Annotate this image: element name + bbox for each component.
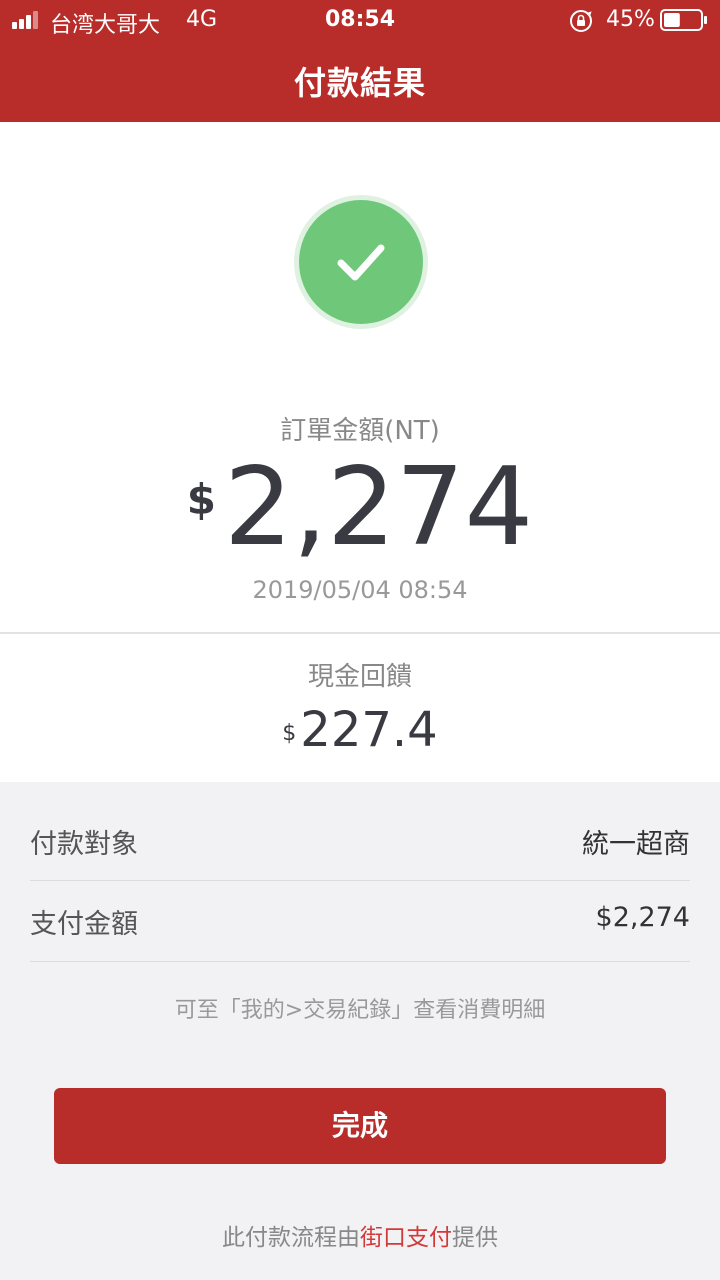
done-button[interactable]: 完成: [54, 1088, 666, 1164]
detail-row-payee: 付款對象 統一超商: [30, 800, 690, 880]
transaction-hint: 可至「我的>交易紀錄」查看消費明細: [174, 998, 546, 1023]
footer-prefix: 此付款流程由: [222, 1225, 360, 1251]
cashback-label: 現金回饋: [307, 662, 412, 692]
provider-footer: 此付款流程由街口支付提供: [0, 1218, 720, 1252]
detail-value: 統一超商: [582, 829, 690, 860]
currency-symbol: $: [186, 475, 217, 524]
divider: [30, 961, 690, 962]
rotation-lock-icon: [570, 10, 592, 32]
header: 台湾大哥大 4G 08:54 45% 付款結果: [0, 0, 720, 122]
provider-link[interactable]: 街口支付: [360, 1225, 452, 1251]
divider: [0, 632, 720, 634]
footer-suffix: 提供: [452, 1225, 498, 1251]
order-amount-label: 訂單金額(NT): [280, 416, 440, 446]
detail-row-paid-amount: 支付金額 $2,274: [30, 880, 690, 960]
cashback-amount-value: 227.4: [300, 702, 438, 758]
checkmark-icon: [337, 244, 385, 281]
transaction-datetime: 2019/05/04 08:54: [252, 576, 468, 604]
page-title: 付款結果: [293, 64, 426, 102]
detail-value: $2,274: [595, 902, 690, 933]
battery-icon: [660, 9, 707, 31]
success-badge: [294, 195, 428, 329]
order-amount-value: 2,274: [224, 445, 534, 570]
status-bar: 台湾大哥大 4G 08:54 45%: [0, 0, 720, 40]
cashback-amount: $227.4: [0, 702, 720, 758]
order-amount: $2,274: [0, 448, 720, 568]
cashback-currency-symbol: $: [282, 721, 297, 746]
detail-key: 支付金額: [30, 909, 138, 940]
result-card: 訂單金額(NT) $2,274 2019/05/04 08:54 現金回饋 $2…: [0, 122, 720, 782]
detail-key: 付款對象: [30, 829, 138, 860]
battery-percent: 45%: [606, 7, 655, 32]
